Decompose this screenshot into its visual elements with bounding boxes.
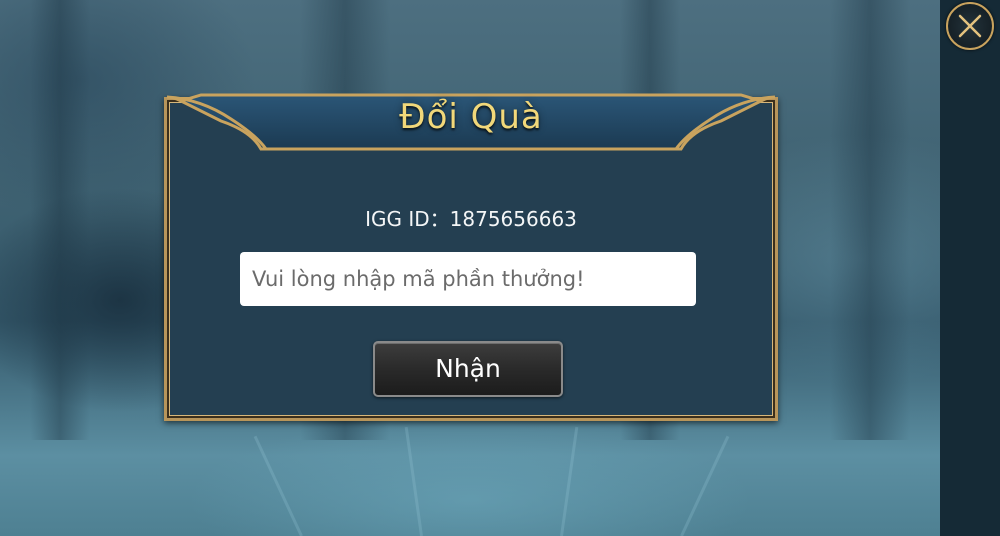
close-button[interactable] <box>946 2 994 50</box>
right-sidebar <box>940 0 1000 536</box>
reward-code-input[interactable] <box>240 252 696 306</box>
igg-id-label: IGG ID： <box>365 207 450 231</box>
dialog-title: Đổi Quà <box>399 97 543 137</box>
igg-id-row: IGG ID：1875656663 <box>161 203 781 232</box>
igg-id-value: 1875656663 <box>449 207 577 231</box>
redeem-button[interactable]: Nhận <box>373 341 563 397</box>
redeem-dialog: Đổi Quà IGG ID：1875656663 Nhận <box>161 91 781 423</box>
